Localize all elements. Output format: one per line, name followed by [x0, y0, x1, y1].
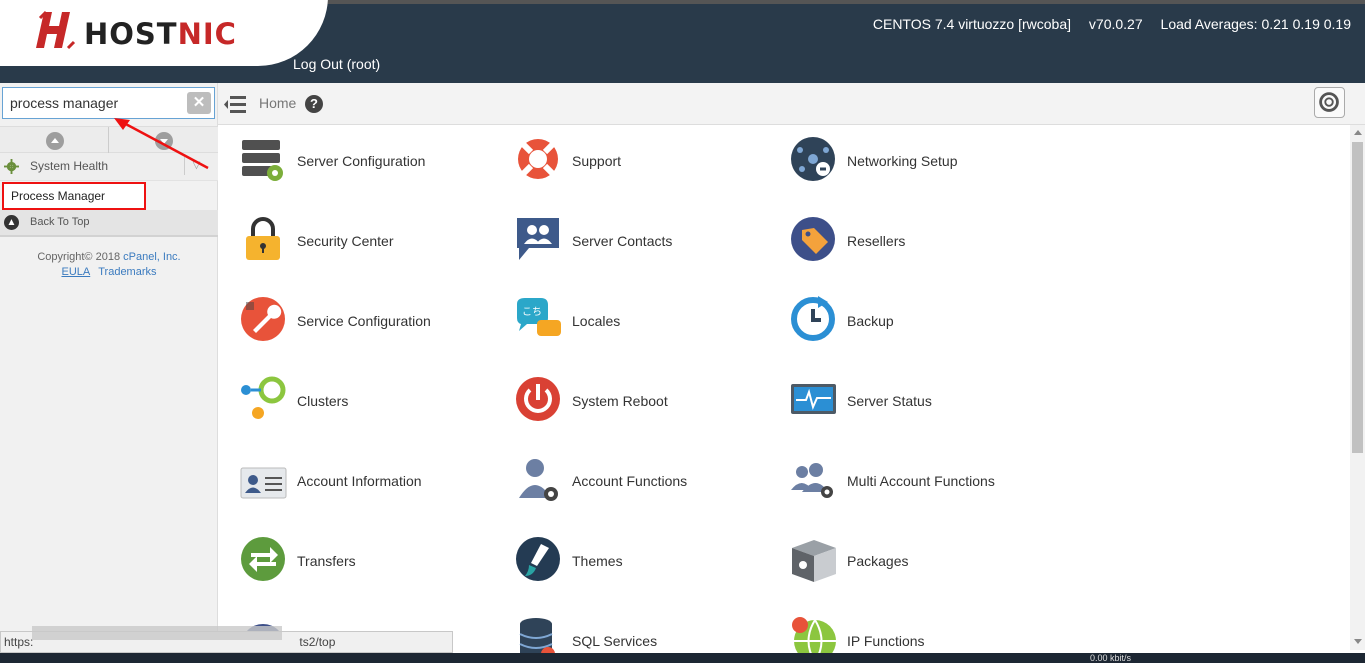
box-icon	[792, 540, 836, 582]
tile-label: SQL Services	[572, 633, 658, 649]
tile-label: Multi Account Functions	[847, 473, 995, 489]
scrollbar[interactable]	[1350, 125, 1365, 650]
os-taskbar: 0.00 kbit/s	[0, 653, 1365, 663]
id-card-icon	[240, 467, 287, 499]
logo-text: HOSTNIC	[84, 17, 237, 51]
tile-label: Packages	[847, 553, 909, 569]
tile-locales[interactable]: こち Locales	[493, 285, 753, 345]
server-info: CENTOS 7.4 virtuozzo [rwcoba] v70.0.27 L…	[859, 16, 1351, 32]
contacts-icon	[517, 218, 559, 260]
tile-backup[interactable]: Backup	[768, 285, 1028, 345]
home-link[interactable]: Home	[259, 95, 296, 111]
cpanel-link[interactable]: cPanel, Inc.	[123, 251, 180, 263]
clusters-icon	[241, 376, 286, 419]
tile-label: Support	[572, 153, 622, 169]
gear-icon	[4, 159, 19, 174]
tile-system-reboot[interactable]: System Reboot	[493, 365, 753, 425]
server-name: CENTOS 7.4 virtuozzo [rwcoba]	[872, 16, 1072, 32]
tile-label: Backup	[847, 313, 894, 329]
back-to-top-label: Back To Top	[30, 216, 90, 228]
tile-label: Account Functions	[572, 473, 688, 489]
tile-label: IP Functions	[847, 633, 925, 649]
clock-icon	[791, 296, 835, 341]
menu-toggle-icon[interactable]	[224, 94, 246, 114]
tile-transfers[interactable]: Transfers	[218, 525, 478, 585]
tile-networking-setup[interactable]: Networking Setup	[768, 125, 1028, 185]
tile-server-configuration[interactable]: Server Configuration	[218, 125, 478, 185]
copyright-text: Copyright© 2018	[37, 251, 121, 263]
tile-label: Resellers	[847, 233, 906, 249]
tile-server-contacts[interactable]: Server Contacts	[493, 205, 753, 265]
tile-label: System Reboot	[572, 393, 668, 409]
tile-account-information[interactable]: Account Information	[218, 445, 478, 505]
tile-label: Server Configuration	[297, 153, 426, 169]
tile-packages[interactable]: Packages	[768, 525, 1028, 585]
monitor-icon	[791, 384, 836, 414]
cpanel-version: v70.0.27	[1088, 16, 1143, 32]
divider	[108, 127, 109, 153]
scroll-up-arrow-icon[interactable]	[1354, 130, 1362, 135]
power-icon	[516, 377, 560, 421]
tile-service-configuration[interactable]: Service Configuration	[218, 285, 478, 345]
tile-label: Networking Setup	[847, 153, 958, 169]
tile-multi-account-functions[interactable]: Multi Account Functions	[768, 445, 1028, 505]
tag-icon	[791, 217, 835, 261]
svg-text:こち: こち	[522, 306, 542, 318]
users-gear-icon	[791, 463, 833, 498]
tile-label: Locales	[572, 313, 621, 329]
scroll-thumb[interactable]	[1352, 142, 1363, 453]
tile-label: Themes	[572, 553, 623, 569]
user-gear-icon	[519, 459, 558, 501]
tile-security-center[interactable]: Security Center	[218, 205, 478, 265]
tile-support[interactable]: Support	[493, 125, 753, 185]
tile-server-status[interactable]: Server Status	[768, 365, 1028, 425]
eula-link[interactable]: EULA	[61, 266, 90, 278]
tile-label: Account Information	[297, 473, 422, 489]
main-content: Server Configuration Support Networking …	[218, 125, 1350, 663]
hostnic-logo-icon	[36, 10, 76, 50]
redacted-region	[32, 626, 282, 640]
sidebar-item-process-manager[interactable]: Process Manager	[2, 182, 146, 210]
url-prefix: https:	[4, 635, 34, 649]
network-speed: 0.00 kbit/s	[1090, 653, 1132, 663]
breadcrumb: Home ?	[218, 83, 1365, 125]
tile-label: Server Contacts	[572, 233, 673, 249]
server-config-icon	[242, 140, 283, 181]
tile-label: Server Status	[847, 393, 932, 409]
sidebar-group-label: System Health	[30, 159, 109, 173]
support-button[interactable]	[1314, 87, 1345, 118]
brush-icon	[516, 537, 560, 581]
tile-label: Security Center	[297, 233, 394, 249]
logout-link[interactable]: Log Out (root)	[293, 56, 380, 72]
scroll-down-arrow-icon[interactable]	[1354, 639, 1362, 644]
tile-label: Clusters	[297, 393, 349, 409]
tile-clusters[interactable]: Clusters	[218, 365, 478, 425]
collapse-up-icon[interactable]	[46, 132, 64, 150]
help-icon[interactable]: ?	[305, 95, 323, 113]
arrow-up-icon: ▲	[4, 215, 19, 230]
tile-label: Service Configuration	[297, 313, 431, 329]
wrench-icon	[241, 297, 285, 341]
copyright: Copyright© 2018 cPanel, Inc. EULA Tradema…	[0, 250, 218, 280]
annotation-arrow	[114, 118, 209, 170]
lifebuoy-icon	[1319, 92, 1339, 112]
trademarks-link[interactable]: Trademarks	[98, 266, 156, 278]
tile-themes[interactable]: Themes	[493, 525, 753, 585]
padlock-icon	[246, 217, 280, 260]
tile-resellers[interactable]: Resellers	[768, 205, 1028, 265]
back-to-top-link[interactable]: ▲ Back To Top	[0, 210, 218, 237]
tile-account-functions[interactable]: Account Functions	[493, 445, 753, 505]
load-averages: Load Averages: 0.21 0.19 0.19	[1160, 16, 1351, 32]
network-icon	[791, 137, 835, 181]
transfer-arrows-icon	[241, 537, 285, 581]
logo-area[interactable]: HOSTNIC	[0, 0, 328, 66]
url-suffix: ts2/top	[299, 635, 336, 649]
tile-label: Transfers	[297, 553, 356, 569]
lifebuoy-icon	[518, 139, 558, 179]
speech-bubbles-icon: こち	[517, 298, 561, 336]
